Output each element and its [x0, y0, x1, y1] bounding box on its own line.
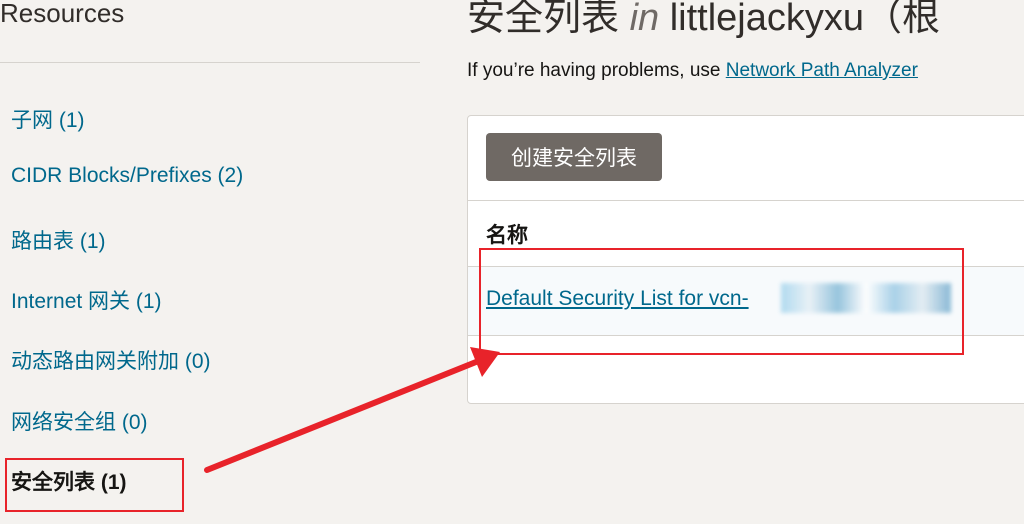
sidebar-item-cidr-blocks[interactable]: CIDR Blocks/Prefixes (2)	[11, 164, 243, 188]
page-title-resource: 安全列表	[467, 0, 620, 39]
network-path-analyzer-link[interactable]: Network Path Analyzer	[726, 60, 918, 81]
toolbar-divider	[468, 200, 1024, 201]
sidebar-title: Resources	[0, 0, 125, 28]
help-text: If you’re having problems, use Network P…	[467, 60, 918, 82]
page-title: 安全列表 in littlejackyxu（根	[467, 0, 940, 41]
table-row: Default Security List for vcn-	[468, 267, 1024, 336]
sidebar-item-internet-gateways[interactable]: Internet 网关 (1)	[11, 285, 162, 315]
sidebar-item-network-security-groups[interactable]: 网络安全组 (0)	[11, 406, 148, 436]
column-header-name: 名称	[486, 224, 528, 247]
create-security-list-button[interactable]: 创建安全列表	[486, 133, 662, 181]
sidebar-divider	[0, 62, 420, 63]
security-list-name-link[interactable]: Default Security List for vcn-	[486, 287, 749, 311]
help-text-prefix: If you’re having problems, use	[467, 60, 721, 81]
redacted-text	[781, 283, 951, 313]
security-lists-panel: 创建安全列表 名称 Default Security List for vcn-	[467, 115, 1024, 404]
page-title-compartment: littlejackyxu（根	[669, 0, 941, 39]
sidebar-item-subnets[interactable]: 子网 (1)	[11, 104, 85, 134]
page-title-in: in	[629, 0, 660, 39]
sidebar-item-security-lists[interactable]: 安全列表 (1)	[11, 466, 127, 496]
resources-sidebar: Resources 子网 (1) CIDR Blocks/Prefixes (2…	[0, 0, 420, 524]
sidebar-item-route-tables[interactable]: 路由表 (1)	[11, 225, 106, 255]
sidebar-item-drg-attachments[interactable]: 动态路由网关附加 (0)	[11, 345, 211, 375]
